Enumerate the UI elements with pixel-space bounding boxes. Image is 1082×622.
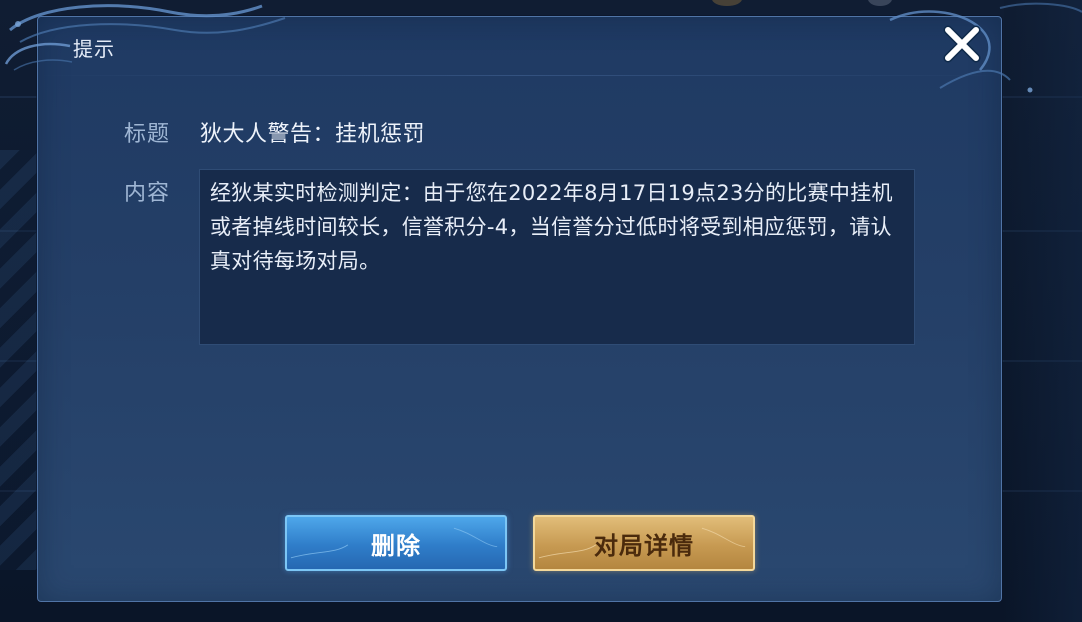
background-panel-edge	[1004, 0, 1082, 622]
header-divider	[38, 75, 1001, 76]
content-text: 经狄某实时检测判定：由于您在2022年8月17日19点23分的比赛中挂机或者掉线…	[210, 181, 893, 273]
subject-value: 狄大人警告：挂机惩罚	[200, 122, 426, 147]
content-box[interactable]: 经狄某实时检测判定：由于您在2022年8月17日19点23分的比赛中挂机或者掉线…	[199, 169, 915, 345]
match-detail-button[interactable]: 对局详情	[533, 515, 755, 571]
match-detail-button-label: 对局详情	[594, 531, 694, 560]
close-x-icon	[943, 25, 981, 63]
dialog-title: 提示	[73, 37, 115, 61]
content-label: 内容	[124, 181, 171, 206]
delete-button-label: 删除	[371, 531, 421, 560]
background-item	[712, 0, 742, 6]
background-item	[868, 0, 892, 6]
subject-label: 标题	[124, 122, 171, 147]
close-button[interactable]	[940, 24, 984, 64]
delete-button[interactable]: 删除	[285, 515, 507, 571]
background-pattern	[0, 150, 40, 570]
